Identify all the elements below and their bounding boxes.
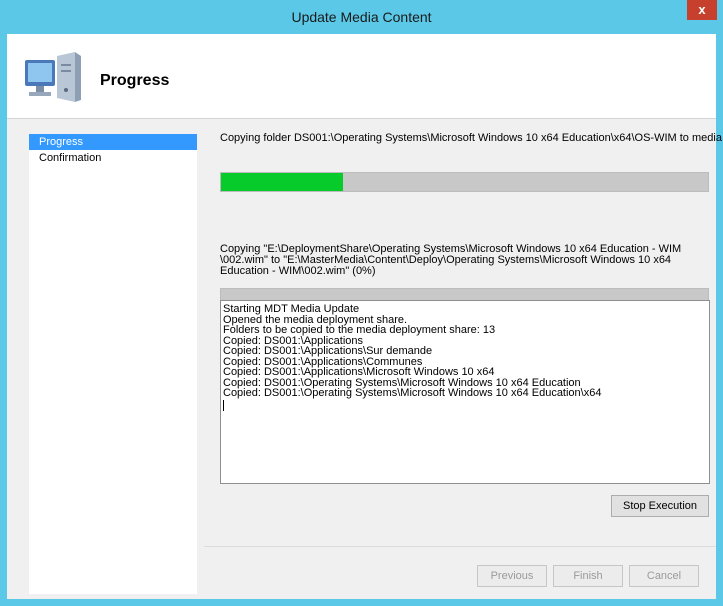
- close-button[interactable]: x: [687, 0, 717, 20]
- log-line: Copied: DS001:\Applications\Sur demande: [223, 345, 433, 357]
- log-line: Starting MDT Media Update: [223, 303, 360, 315]
- stop-execution-button[interactable]: Stop Execution: [611, 495, 709, 517]
- wizard-window: Update Media Content x Progress Progress…: [0, 0, 723, 606]
- window-client: Progress Progress Confirmation Copying f…: [7, 34, 722, 599]
- finish-button[interactable]: Finish: [553, 565, 623, 587]
- text-caret: [223, 399, 224, 411]
- log-output[interactable]: Starting MDT Media Update Opened the medi…: [220, 300, 710, 484]
- log-line: Folders to be copied to the media deploy…: [223, 324, 496, 336]
- title-bar[interactable]: Update Media Content x: [0, 0, 723, 34]
- nav-item-progress[interactable]: Progress: [29, 134, 197, 150]
- overall-progress-bar: [220, 172, 709, 192]
- log-line: Copied: DS001:\Operating Systems\Microso…: [223, 387, 602, 399]
- previous-button[interactable]: Previous: [477, 565, 547, 587]
- file-status-text: Copying "E:\DeploymentShare\Operating Sy…: [220, 243, 682, 277]
- footer-divider: [204, 546, 716, 547]
- wizard-nav: Progress Confirmation: [29, 134, 197, 594]
- progress-panel: Copying folder DS001:\Operating Systems\…: [204, 118, 722, 546]
- cancel-button[interactable]: Cancel: [629, 565, 699, 587]
- nav-item-confirmation[interactable]: Confirmation: [29, 150, 197, 166]
- computer-icon: [25, 52, 81, 102]
- folder-status-text: Copying folder DS001:\Operating Systems\…: [220, 132, 722, 144]
- overall-progress-fill: [221, 173, 343, 191]
- log-lines: Starting MDT Media Update Opened the medi…: [223, 304, 707, 399]
- log-line: Copied: DS001:\Applications\Microsoft Wi…: [223, 366, 495, 378]
- wizard-header: Progress: [7, 34, 716, 119]
- window-title: Update Media Content: [291, 9, 432, 25]
- page-title: Progress: [100, 72, 170, 89]
